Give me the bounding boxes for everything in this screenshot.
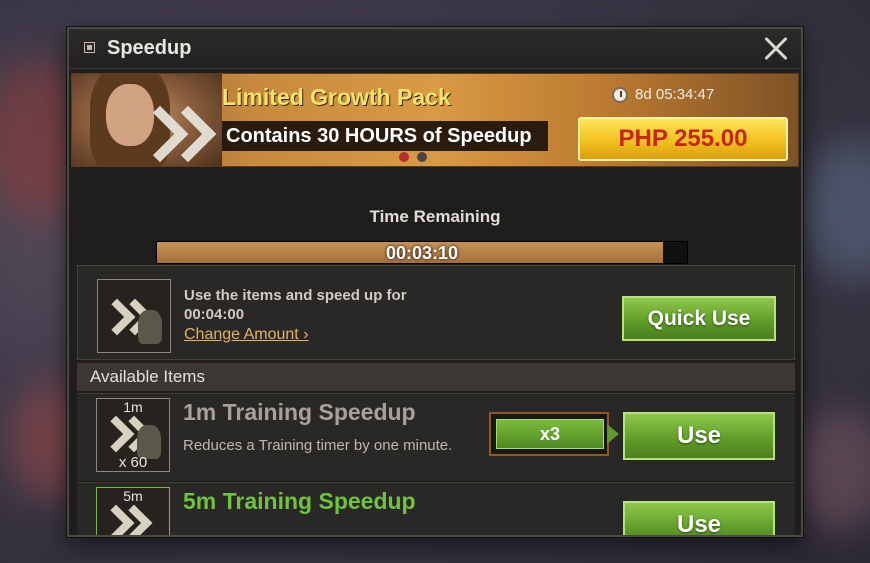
character-portrait xyxy=(72,74,222,166)
item-duration-badge: 1m xyxy=(123,399,143,415)
countdown-text: 8d 05:34:47 xyxy=(635,86,715,103)
item-duration-badge: 5m xyxy=(123,488,143,504)
item-description: Reduces a Training timer by one minute. xyxy=(183,437,453,454)
title-bar: Speedup xyxy=(69,29,801,69)
item-name: 1m Training Speedup xyxy=(183,399,416,425)
quick-use-description: Use the items and speed up for xyxy=(184,287,407,304)
quick-use-panel: Use the items and speed up for 00:04:00 … xyxy=(77,265,795,360)
item-name: 5m Training Speedup xyxy=(183,488,416,514)
speedup-chevron-icon: 5m xyxy=(96,487,170,535)
dialog-title: Speedup xyxy=(107,37,192,59)
banner-title: Limited Growth Pack xyxy=(222,84,451,110)
banner-pager xyxy=(399,152,427,162)
item-count-badge: x 60 xyxy=(118,454,148,471)
speedup-chevron-icon: 1m x 60 xyxy=(96,398,170,472)
speedup-chevron-icon xyxy=(97,279,171,353)
close-icon[interactable] xyxy=(761,33,791,63)
change-amount-label: Change Amount xyxy=(184,326,299,343)
chevron-right-icon xyxy=(607,424,619,444)
pager-dot[interactable] xyxy=(399,152,409,162)
available-items-header: Available Items xyxy=(77,363,795,391)
quick-use-button[interactable]: Quick Use xyxy=(622,296,776,341)
use-button[interactable]: Use xyxy=(623,501,775,535)
clock-icon xyxy=(612,86,628,103)
window-icon xyxy=(84,42,95,53)
quantity-selector[interactable]: x3 xyxy=(489,412,619,456)
quick-use-duration: 00:04:00 xyxy=(184,306,245,323)
time-remaining-value: 00:03:10 xyxy=(385,243,459,263)
item-row: 1m x 60 1m Training Speedup Reduces a Tr… xyxy=(77,393,795,481)
purchase-button[interactable]: PHP 255.00 xyxy=(578,117,788,161)
time-remaining-label: Time Remaining xyxy=(369,207,501,226)
change-amount-link[interactable]: Change Amount › xyxy=(184,326,309,344)
offer-countdown: 8d 05:34:47 xyxy=(612,86,714,103)
item-row: 5m 5m Training Speedup Use xyxy=(77,482,795,535)
chevron-right-icon: › xyxy=(303,326,309,343)
growth-pack-banner[interactable]: Limited Growth Pack Contains 30 HOURS of… xyxy=(71,73,799,167)
quantity-value[interactable]: x3 xyxy=(496,419,604,449)
banner-subtitle: Contains 30 HOURS of Speedup xyxy=(222,121,548,151)
speedup-dialog: Speedup Limited Growth Pack Contains 30 … xyxy=(67,27,803,537)
use-button[interactable]: Use xyxy=(623,412,775,460)
time-progress-bar: 00:03:10 xyxy=(156,241,688,264)
pager-dot[interactable] xyxy=(417,152,427,162)
